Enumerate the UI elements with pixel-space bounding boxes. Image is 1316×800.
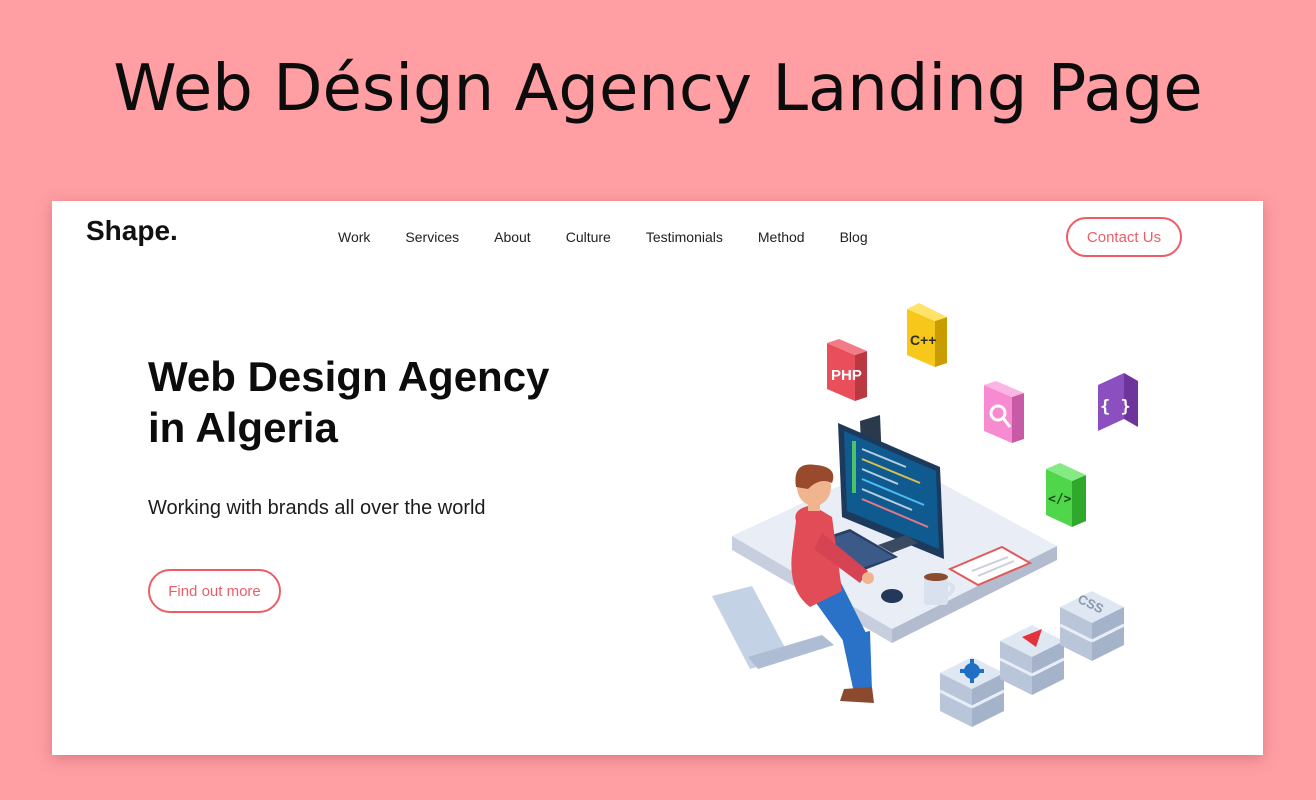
css-block: CSS — [1059, 591, 1125, 661]
mouse — [881, 589, 903, 603]
code-tile: </> — [1046, 463, 1086, 527]
nav-item-blog[interactable]: Blog — [840, 229, 868, 245]
nav-item-method[interactable]: Method — [758, 229, 805, 245]
hero-title-line-2: in Algeria — [148, 404, 338, 451]
landing-page-preview: Shape. Work Services About Culture Testi… — [52, 201, 1263, 755]
search-tile — [984, 381, 1024, 443]
nav-item-work[interactable]: Work — [338, 229, 370, 245]
hero-subtitle: Working with brands all over the world — [148, 497, 486, 519]
nav-item-services[interactable]: Services — [405, 229, 459, 245]
cpp-tile: C++ — [907, 303, 947, 367]
contact-us-button[interactable]: Contact Us — [1066, 217, 1182, 257]
braces-tile-label: { } — [1100, 397, 1131, 417]
code-tile-label: </> — [1048, 492, 1072, 507]
hero-title: Web Design Agency in Algeria — [148, 351, 549, 453]
php-tile: PHP — [827, 339, 867, 401]
find-out-more-button[interactable]: Find out more — [148, 569, 281, 613]
logo[interactable]: Shape. — [86, 215, 178, 247]
gear-block — [939, 657, 1005, 727]
nav-item-testimonials[interactable]: Testimonials — [646, 229, 723, 245]
php-tile-label: PHP — [831, 367, 862, 384]
nav-item-culture[interactable]: Culture — [566, 229, 611, 245]
main-nav: Work Services About Culture Testimonials… — [338, 229, 903, 245]
play-block — [999, 625, 1065, 695]
banner-title: Web Désign Agency Landing Page — [113, 52, 1203, 126]
braces-tile: { } — [1098, 373, 1138, 431]
hero-title-line-1: Web Design Agency — [148, 353, 550, 400]
developer-illustration: PHP C++ { } </> CSS — [712, 303, 1138, 727]
nav-item-about[interactable]: About — [494, 229, 531, 245]
cpp-tile-label: C++ — [910, 332, 936, 348]
